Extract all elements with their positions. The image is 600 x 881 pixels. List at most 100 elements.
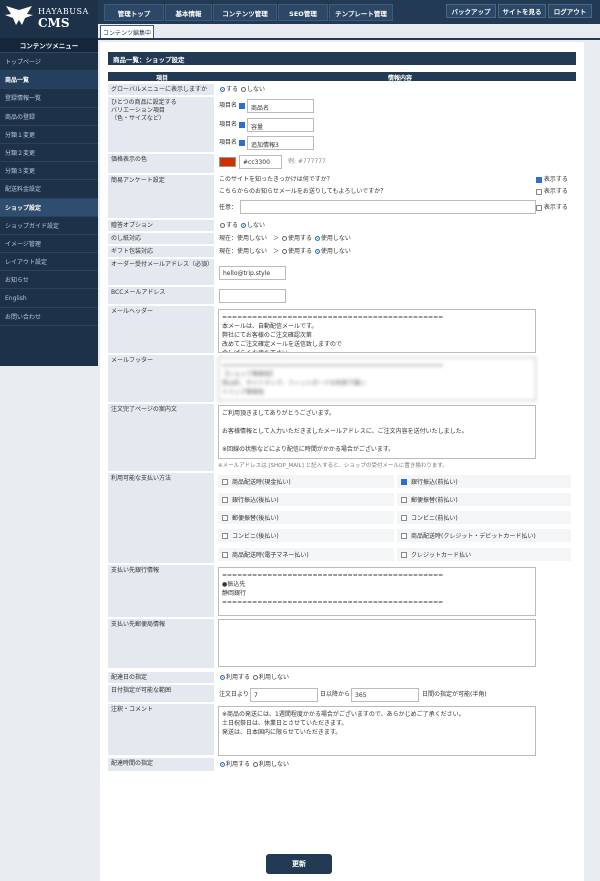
sidebar-item-category3[interactable]: 分類３変更 [0,162,98,181]
payment-checkbox-6[interactable] [401,514,407,521]
payment-checkbox-3[interactable] [222,496,228,503]
view-site-button[interactable]: サイトを見る [498,4,546,18]
payment-label-9: 商品配送時(電子マネー払い) [232,552,309,559]
payment-checkbox-10[interactable] [401,551,407,558]
complete-message-note: ※メールアドレスは [SHOP_MAIL] と記入すると、ショップの受付メールに… [218,463,448,469]
radio-global-show[interactable] [220,87,225,92]
price-color-input[interactable]: #cc3300 [239,155,282,169]
radio-noshi-enable[interactable] [281,236,287,241]
sidebar-item-layout[interactable]: レイアウト設定 [0,253,98,272]
payment-option-7[interactable]: コンビニ(後払い) [218,529,394,542]
survey-show-3: 表示する [536,204,568,212]
date-range-suffix: 日間の指定が可能(半角) [422,691,487,698]
radio-wrap-disable[interactable] [314,249,320,254]
radio-gift-hide[interactable] [240,223,246,228]
survey-show-label-1: 表示する [543,176,568,183]
sidebar-item-shop-settings[interactable]: ショップ設定 [0,198,98,217]
sidebar-item-products[interactable]: 商品一覧 [0,71,98,90]
payment-checkbox-2[interactable] [401,478,407,485]
payment-option-1[interactable]: 商品配送時(現金払い) [218,475,394,488]
payment-checkbox-7[interactable] [222,532,228,539]
notes-textarea[interactable]: ※商品の発送には、1週間程度かかる場合がございますので、あらかじめご了承ください… [218,706,536,756]
survey-checkbox-3[interactable] [536,204,542,211]
label-delivery-time: 配達時間の指定 [108,758,214,772]
sidebar-item-category1[interactable]: 分類１変更 [0,126,98,144]
nav-admin-top[interactable]: 管理トップ [104,4,164,21]
payment-checkbox-1[interactable] [222,478,228,485]
update-button[interactable]: 更新 [266,854,332,874]
payment-option-6[interactable]: コンビニ(前払い) [397,511,571,524]
payment-label-7: コンビニ(後払い) [232,533,279,540]
payment-option-10[interactable]: クレジットカード払い [397,548,571,561]
bcc-email-input[interactable] [219,289,286,303]
variation-input-1[interactable]: 商品名 [247,99,314,113]
label-mail-header: メールヘッダー [108,306,214,354]
survey-checkbox-1[interactable] [536,176,542,183]
nav-template[interactable]: テンプレート管理 [329,4,393,21]
sidebar-item-shipping[interactable]: 配送料金設定 [0,180,98,199]
sidebar-item-category2[interactable]: 分類２変更 [0,144,98,163]
postal-info-textarea[interactable] [218,619,536,667]
sidebar-item-contact[interactable]: お問い合わせ [0,308,98,326]
logo[interactable]: HAYABUSA CMS [0,0,98,38]
radio-time-use[interactable] [220,762,225,767]
radio-wrap-enable[interactable] [281,249,287,254]
survey-show-label-2: 表示する [543,188,568,195]
variation-checkbox-2[interactable] [238,121,245,128]
payment-label-10: クレジットカード払い [411,552,472,559]
global-hide-label: しない [246,86,265,93]
sidebar-item-registered[interactable]: 登録情報一覧 [0,89,98,108]
sidebar-header: コンテンツメニュー [0,38,98,53]
sidebar-item-shop-guide[interactable]: ショップガイド設定 [0,217,98,235]
date-range-from-input[interactable]: 7 [250,688,318,702]
global-show-label: する [226,86,239,93]
sidebar-item-images[interactable]: イメージ管理 [0,235,98,254]
payment-option-2[interactable]: 銀行振込(前払い) [397,475,571,488]
color-swatch[interactable] [219,157,236,167]
payment-option-4[interactable]: 郵便振替(前払い) [397,493,571,506]
radio-noshi-disable[interactable] [314,236,320,241]
radio-delivery-use[interactable] [220,675,225,680]
tab-content-editing[interactable]: コンテンツ編集中 [100,25,154,39]
nav-content[interactable]: コンテンツ管理 [213,4,277,21]
complete-message-textarea[interactable]: ご利用頂きましてありがとうございます。 お客様情報として入力いただきましたメール… [218,405,536,459]
variation-row-1: 項目名 [219,102,245,110]
bank-info-textarea[interactable]: ========================================… [218,567,536,616]
noshi-disable-label: 使用しない [320,235,351,242]
date-range-to-input[interactable]: 365 [351,688,419,702]
survey-checkbox-2[interactable] [536,188,542,195]
variation-row-2: 項目名 [219,121,245,129]
payment-checkbox-9[interactable] [222,551,228,558]
payment-option-3[interactable]: 銀行振込(後払い) [218,493,394,506]
variation-checkbox-3[interactable] [238,139,245,146]
radio-global-hide[interactable] [240,87,246,92]
survey-free-input[interactable] [240,200,536,214]
mail-header-textarea[interactable]: ========================================… [218,309,536,353]
radio-delivery-nouse[interactable] [252,675,258,680]
backup-button[interactable]: バックアップ [446,4,496,18]
payment-option-5[interactable]: 郵便振替(後払い) [218,511,394,524]
radio-gift-show[interactable] [220,223,225,228]
sidebar-item-english[interactable]: English [0,289,98,308]
payment-checkbox-8[interactable] [401,532,407,539]
sidebar-item-top[interactable]: トップページ [0,53,98,72]
falcon-logo-icon [5,6,33,25]
variation-checkbox-1[interactable] [238,102,245,109]
payment-checkbox-5[interactable] [222,514,228,521]
order-email-input[interactable]: hello@trip.style [219,266,286,280]
nav-seo[interactable]: SEO管理 [278,4,328,21]
variation-input-3[interactable]: 追加情報3 [247,136,314,150]
label-price-color: 価格表示の色 [108,154,214,174]
label-bcc-email: BCCメールアドレス [108,287,214,305]
nav-basic-info[interactable]: 基本情報 [165,4,212,21]
mail-footer-textarea[interactable]: ========================================… [218,357,536,401]
sidebar-item-news[interactable]: お知らせ [0,271,98,290]
survey-free-label: 任意： [219,204,238,211]
payment-option-9[interactable]: 商品配送時(電子マネー払い) [218,548,394,561]
payment-option-8[interactable]: 商品配送時(クレジット・デビットカード払い) [397,529,571,542]
sidebar-item-add-product[interactable]: 商品の登録 [0,108,98,126]
payment-checkbox-4[interactable] [401,496,407,503]
logout-button[interactable]: ログアウト [548,4,592,18]
variation-input-2[interactable]: 容量 [247,118,314,132]
radio-time-nouse[interactable] [252,762,258,767]
